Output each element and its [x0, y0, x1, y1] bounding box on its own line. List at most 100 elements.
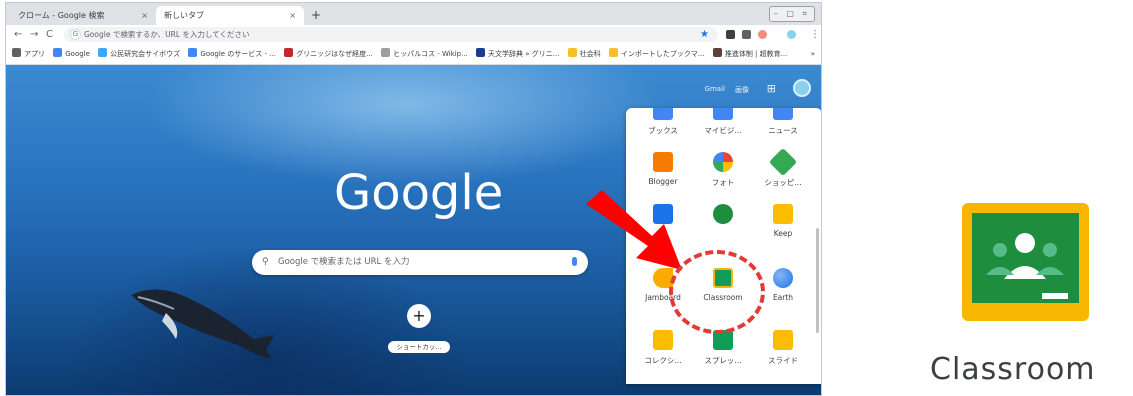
bookmark-item[interactable]: グリニッジはなぜ経度...	[284, 44, 373, 64]
bookmark-item[interactable]: Google のサービス - ...	[188, 44, 276, 64]
my-business-icon	[713, 108, 733, 120]
app-blogger[interactable]: Blogger	[634, 152, 692, 186]
folder-icon	[608, 48, 618, 57]
cast-icon[interactable]	[742, 30, 751, 39]
bookmarks-bar: アプリ Google 公民研究会サイボウズ Google のサービス - ...…	[6, 44, 821, 65]
bookmark-item[interactable]: 推進体制 | 超教育...	[712, 44, 788, 64]
bookmark-item[interactable]: Google	[53, 44, 90, 64]
app-label: ショッピ...	[764, 178, 802, 187]
site-icon	[476, 48, 486, 57]
shopping-tag-icon	[768, 147, 798, 177]
google-logo: Google	[334, 165, 504, 221]
forward-button[interactable]: →	[30, 27, 38, 42]
new-tab-button[interactable]: +	[308, 7, 324, 23]
red-arrow-icon	[586, 190, 682, 270]
apps-icon	[12, 48, 21, 57]
bookmark-item[interactable]: アプリ	[12, 44, 45, 64]
app-label: マイビジ...	[704, 126, 742, 135]
app-label: スプレッ...	[704, 356, 742, 365]
bookmarks-overflow-icon[interactable]: »	[811, 44, 815, 64]
images-link[interactable]: 画像	[735, 85, 749, 95]
bookmark-item[interactable]: 天文学辞典 » グリニ...	[476, 44, 559, 64]
app-label: Keep	[773, 229, 793, 238]
profile-icon[interactable]	[787, 30, 796, 39]
whale-image	[131, 289, 274, 359]
app-sheets[interactable]: スプレッ...	[694, 330, 752, 366]
search-placeholder: Google で検索または URL を入力	[278, 257, 410, 267]
hangouts-icon	[713, 204, 733, 224]
folder-icon	[567, 48, 577, 57]
google-icon	[188, 48, 198, 57]
google-g-icon: G	[70, 29, 81, 40]
books-icon	[653, 108, 673, 120]
bookmark-label: 社会科	[579, 50, 601, 58]
app-label: ニュース	[768, 126, 798, 135]
app-shopping[interactable]: ショッピ...	[754, 147, 812, 188]
address-bar-placeholder: Google で検索するか、URL を入力してください	[84, 30, 250, 39]
app-news[interactable]: ニュース	[754, 108, 812, 136]
collections-icon	[653, 330, 673, 350]
tab-label: クローム - Google 検索	[18, 11, 105, 20]
blogger-icon	[653, 152, 673, 172]
bookmark-item[interactable]: ヒッパルコス - Wikip...	[381, 44, 468, 64]
app-my-business[interactable]: マイビジ...	[694, 108, 752, 136]
flag-icon	[284, 48, 294, 57]
site-icon	[712, 48, 722, 57]
search-box[interactable]: ⚲ Google で検索または URL を入力	[252, 250, 588, 275]
back-button[interactable]: ←	[14, 27, 22, 42]
app-photos[interactable]: フォト	[694, 152, 752, 188]
tab-new-tab[interactable]: 新しいタブ ×	[156, 6, 304, 25]
google-icon	[53, 48, 63, 57]
app-label: ブックス	[648, 126, 678, 135]
bookmark-label: 推進体制 | 超教育...	[724, 50, 788, 58]
extension-icon[interactable]	[726, 30, 735, 39]
app-slides[interactable]: スライド	[754, 330, 812, 366]
bookmark-label: Google	[65, 50, 90, 58]
extension-icon[interactable]	[758, 30, 767, 39]
browser-toolbar: ← → C G Google で検索するか、URL を入力してください ★ ⋮	[6, 25, 821, 44]
tab-google-search[interactable]: クローム - Google 検索 ×	[10, 6, 156, 25]
bookmark-label: ヒッパルコス - Wikip...	[393, 50, 468, 58]
app-label: Blogger	[648, 177, 678, 186]
site-icon	[98, 48, 108, 57]
slides-icon	[773, 330, 793, 350]
add-shortcut-label: ショートカッ...	[388, 341, 450, 353]
news-icon	[773, 108, 793, 120]
classroom-label: Classroom	[930, 352, 1096, 387]
highlight-circle	[669, 250, 765, 334]
tab-label: 新しいタブ	[164, 11, 204, 20]
bookmark-label: Google のサービス - ...	[200, 50, 276, 58]
microphone-icon[interactable]	[572, 257, 577, 266]
tab-strip: クローム - Google 検索 × 新しいタブ × + – ▢ ⌗	[6, 3, 821, 25]
close-icon[interactable]: ×	[141, 6, 148, 25]
close-icon[interactable]: ×	[289, 6, 296, 25]
bookmark-folder[interactable]: インポートしたブックマ...	[608, 44, 705, 64]
bookmark-label: インポートしたブックマ...	[620, 50, 705, 58]
keep-bulb-icon	[773, 204, 793, 224]
reload-button[interactable]: C	[46, 27, 53, 42]
app-books[interactable]: ブックス	[634, 108, 692, 136]
browser-screenshot: クローム - Google 検索 × 新しいタブ × + – ▢ ⌗ ← → C…	[5, 2, 822, 396]
more-menu-icon[interactable]: ⋮	[810, 27, 820, 42]
app-label: フォト	[711, 178, 735, 187]
wikipedia-icon	[381, 48, 391, 57]
app-collections[interactable]: コレクシ...	[634, 330, 692, 366]
bookmark-label: 公民研究会サイボウズ	[110, 50, 181, 58]
bookmark-item[interactable]: 公民研究会サイボウズ	[98, 44, 180, 64]
search-icon: ⚲	[262, 257, 269, 267]
account-avatar[interactable]	[793, 79, 811, 97]
address-bar[interactable]: G Google で検索するか、URL を入力してください	[64, 27, 718, 42]
app-hangouts[interactable]	[694, 204, 752, 229]
gmail-link[interactable]: Gmail	[705, 85, 725, 93]
app-keep[interactable]: Keep	[754, 204, 812, 238]
window-controls[interactable]: – ▢ ⌗	[768, 6, 815, 22]
add-shortcut-button[interactable]: +	[407, 304, 431, 328]
bookmark-star-icon[interactable]: ★	[700, 27, 709, 42]
app-label: スライド	[768, 356, 798, 365]
photos-icon	[713, 152, 733, 172]
bookmark-label: アプリ	[24, 50, 45, 58]
panel-scrollbar[interactable]	[816, 228, 819, 333]
earth-globe-icon	[773, 268, 793, 288]
apps-grid-icon[interactable]: ⊞	[767, 82, 776, 95]
bookmark-folder[interactable]: 社会科	[567, 44, 601, 64]
